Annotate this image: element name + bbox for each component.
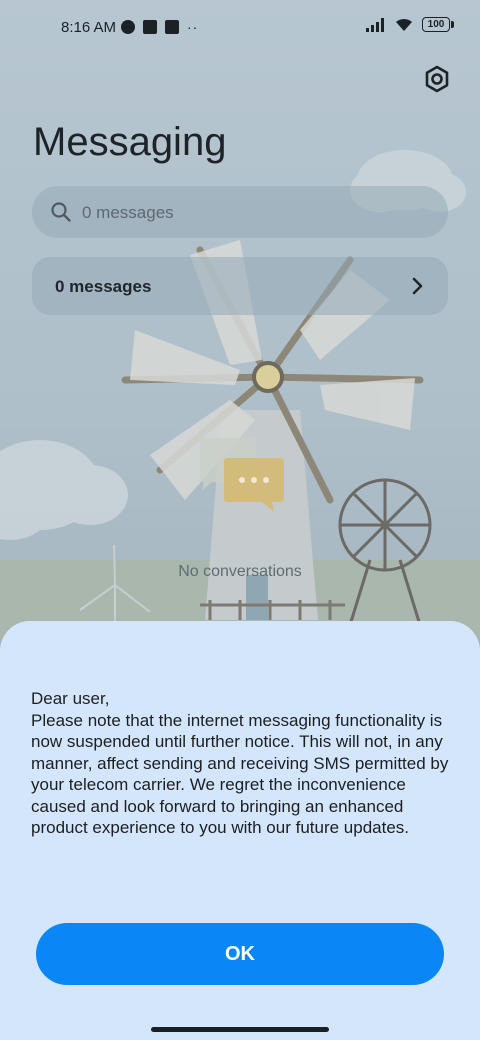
messages-summary-row[interactable]: 0 messages — [32, 257, 448, 315]
status-time: 8:16 AM — [61, 19, 117, 36]
app-icon — [143, 20, 157, 34]
empty-conversations-icon — [200, 438, 284, 512]
gear-icon — [425, 65, 449, 93]
status-bar: 8:16 AM ·· 100 — [0, 0, 480, 56]
notification-icon — [121, 20, 135, 34]
more-icon: ·· — [187, 19, 199, 35]
chevron-right-icon — [412, 277, 423, 295]
status-notification-icons: ·· — [121, 19, 198, 35]
home-indicator[interactable] — [151, 1027, 329, 1032]
battery-icon: 100 — [422, 17, 454, 32]
ok-button[interactable]: OK — [36, 923, 444, 985]
messages-count-label: 0 messages — [55, 277, 152, 296]
search-placeholder: 0 messages — [82, 203, 174, 222]
search-input[interactable]: 0 messages — [32, 186, 448, 238]
signal-icon — [366, 17, 384, 32]
settings-button[interactable] — [422, 64, 452, 94]
search-icon — [51, 202, 71, 222]
upload-icon — [165, 20, 179, 34]
notice-message: Dear user, Please note that the internet… — [31, 689, 449, 837]
wifi-icon — [396, 18, 412, 31]
empty-state-text: No conversations — [178, 563, 302, 580]
page-title: Messaging — [33, 120, 227, 164]
status-system-icons: 100 — [366, 17, 454, 32]
